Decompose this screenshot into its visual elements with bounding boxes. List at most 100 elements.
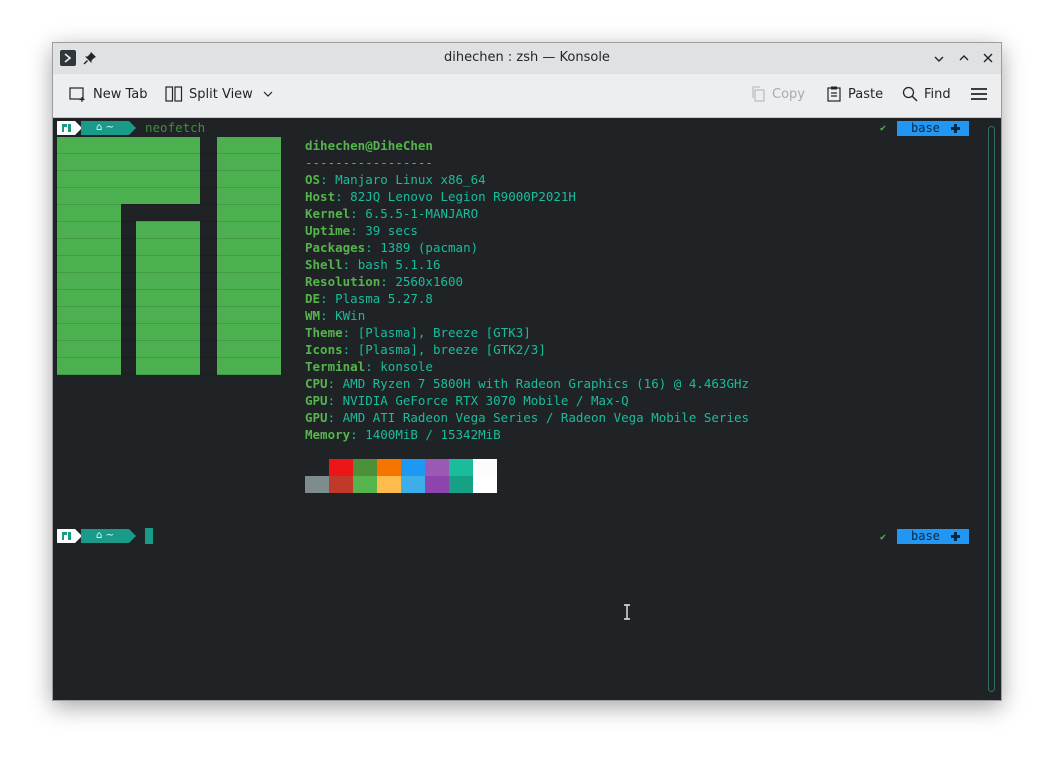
info-key: CPU — [305, 376, 328, 391]
info-colon: : — [327, 393, 343, 408]
manjaro-os-icon — [57, 121, 75, 135]
color-palette — [305, 459, 497, 493]
find-button[interactable]: Find — [902, 86, 951, 102]
system-info-row: Kernel: 6.5.5-1-MANJARO — [305, 205, 478, 222]
info-value: bash 5.1.16 — [357, 257, 441, 272]
search-icon — [902, 86, 918, 102]
info-value: 6.5.5-1-MANJARO — [365, 206, 479, 221]
user-host-header: dihechen@DiheChen — [305, 138, 433, 153]
new-tab-icon — [69, 87, 85, 102]
python-env-icon — [951, 124, 960, 133]
maximize-button[interactable] — [956, 50, 972, 66]
info-key: Host — [305, 189, 336, 204]
split-view-label: Split View — [189, 86, 253, 102]
info-colon: : — [342, 325, 358, 340]
info-colon: : — [327, 376, 343, 391]
terminal-view[interactable]: ⌂ ~ neofetch ✔ base dihechen@DiheChen --… — [53, 118, 1001, 700]
new-tab-label: New Tab — [93, 86, 148, 102]
info-key: Uptime — [305, 223, 351, 238]
info-value: [Plasma], Breeze [GTK3] — [357, 325, 531, 340]
prompt-directory: ⌂ ~ — [81, 529, 129, 543]
minimize-button[interactable] — [931, 51, 947, 67]
system-info-row: Theme: [Plasma], Breeze [GTK3] — [305, 324, 531, 341]
vertical-scrollbar[interactable] — [988, 126, 995, 692]
info-key: Kernel — [305, 206, 351, 221]
info-value: [Plasma], breeze [GTK2/3] — [357, 342, 546, 357]
info-key: Icons — [305, 342, 343, 357]
color-swatch — [353, 476, 377, 493]
conda-env-label: base — [911, 121, 940, 135]
info-value: Manjaro Linux x86_64 — [335, 172, 486, 187]
system-info-row: WM: KWin — [305, 307, 365, 324]
color-swatch — [353, 459, 377, 476]
info-colon: : — [365, 240, 381, 255]
info-value: Plasma 5.27.8 — [335, 291, 433, 306]
paste-button[interactable]: Paste — [826, 86, 883, 102]
info-value: 2560x1600 — [395, 274, 464, 289]
color-swatch — [305, 476, 329, 493]
hamburger-icon — [971, 88, 987, 100]
close-button[interactable] — [980, 50, 996, 66]
split-view-button[interactable]: Split View — [165, 86, 273, 102]
split-view-icon — [165, 86, 183, 102]
info-colon: : — [350, 206, 366, 221]
info-value: KWin — [335, 308, 366, 323]
system-info-row: Host: 82JQ Lenovo Legion R9000P2021H — [305, 188, 576, 205]
info-value: 1389 (pacman) — [380, 240, 479, 255]
info-key: WM — [305, 308, 321, 323]
new-tab-button[interactable]: New Tab — [69, 86, 148, 102]
copy-button[interactable]: Copy — [750, 86, 805, 102]
copy-label: Copy — [772, 86, 805, 102]
info-key: Shell — [305, 257, 343, 272]
color-swatch — [329, 476, 353, 493]
color-swatch — [449, 459, 473, 476]
manjaro-os-icon — [57, 529, 75, 543]
system-info-row: GPU: AMD ATI Radeon Vega Series / Radeon… — [305, 409, 749, 426]
color-swatch — [473, 476, 497, 493]
system-info-row: Resolution: 2560x1600 — [305, 273, 463, 290]
info-value: konsole — [380, 359, 433, 374]
paste-label: Paste — [848, 86, 884, 102]
info-value: 1400MiB / 15342MiB — [365, 427, 501, 442]
header-separator: ----------------- — [305, 155, 433, 170]
color-swatch — [425, 476, 449, 493]
info-colon: : — [320, 172, 336, 187]
system-info-row: OS: Manjaro Linux x86_64 — [305, 171, 486, 188]
ibeam-cursor-icon — [624, 604, 630, 620]
info-key: DE — [305, 291, 321, 306]
status-check-icon: ✔ — [880, 123, 887, 134]
info-colon: : — [342, 257, 358, 272]
color-swatch — [449, 476, 473, 493]
info-key: Packages — [305, 240, 366, 255]
system-info-row: Shell: bash 5.1.16 — [305, 256, 441, 273]
info-colon: : — [350, 223, 366, 238]
system-info-row: CPU: AMD Ryzen 7 5800H with Radeon Graph… — [305, 375, 749, 392]
info-colon: : — [350, 427, 366, 442]
system-info-row: Uptime: 39 secs — [305, 222, 418, 239]
color-swatch — [401, 459, 425, 476]
color-swatch — [377, 459, 401, 476]
info-colon: : — [365, 359, 381, 374]
hamburger-menu-button[interactable] — [971, 87, 987, 101]
command-text: neofetch — [145, 120, 206, 135]
system-info-row: Memory: 1400MiB / 15342MiB — [305, 426, 501, 443]
info-colon: : — [380, 274, 396, 289]
system-info-row: GPU: NVIDIA GeForce RTX 3070 Mobile / Ma… — [305, 392, 629, 409]
info-colon: : — [320, 308, 336, 323]
info-colon: : — [327, 410, 343, 425]
info-key: Theme — [305, 325, 343, 340]
prompt-bar-2: ⌂ ~ — [57, 529, 207, 543]
title-bar: dihechen : zsh — Konsole — [53, 43, 1001, 74]
info-colon: : — [342, 342, 358, 357]
system-info-row: Terminal: konsole — [305, 358, 433, 375]
konsole-window: dihechen : zsh — Konsole New Tab Split V… — [52, 42, 1002, 701]
manjaro-logo — [57, 137, 281, 375]
system-info-row: DE: Plasma 5.27.8 — [305, 290, 433, 307]
info-value: 82JQ Lenovo Legion R9000P2021H — [350, 189, 576, 204]
paste-icon — [827, 86, 841, 102]
status-check-icon: ✔ — [880, 532, 887, 543]
text-cursor — [145, 528, 153, 544]
system-info-row: Icons: [Plasma], breeze [GTK2/3] — [305, 341, 546, 358]
info-value: 39 secs — [365, 223, 418, 238]
info-key: Terminal — [305, 359, 366, 374]
